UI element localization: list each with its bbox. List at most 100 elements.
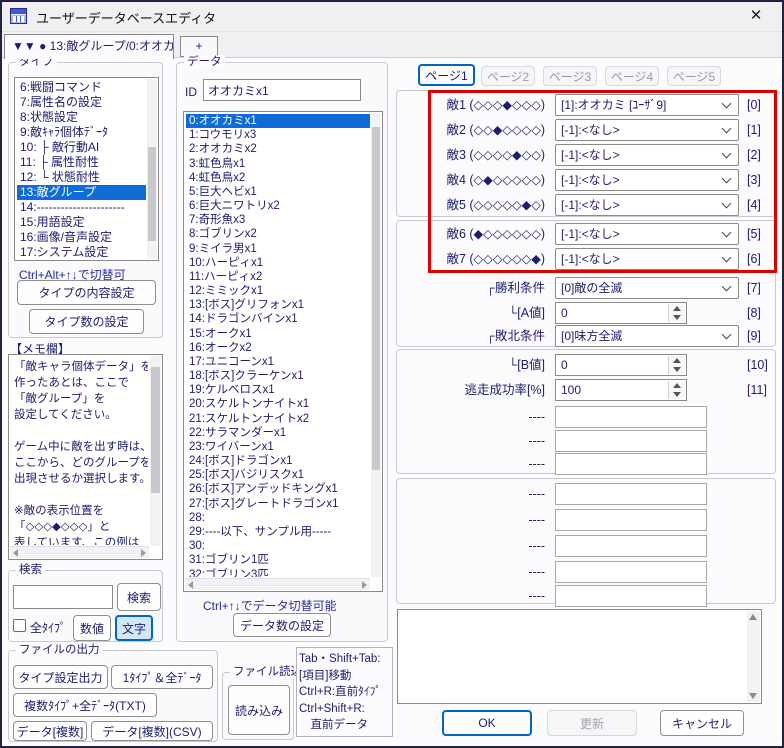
list-item[interactable]: 12:ミミックx1 xyxy=(186,284,370,298)
list-item[interactable]: 13:[ボス]グリフォンx1 xyxy=(186,298,370,312)
list-item[interactable]: 23:ワイバーンx1 xyxy=(186,440,370,454)
type-content-settings-button[interactable]: タイプの内容設定 xyxy=(17,280,156,305)
cancel-button[interactable]: キャンセル xyxy=(660,710,744,736)
enemy5-dropdown[interactable]: [-1]:<なし> xyxy=(555,194,739,216)
tab-active-db[interactable]: ▼▼ ● 13:敵グループ/0:オオカ.. xyxy=(4,34,174,59)
list-item[interactable]: 17:システム設定 xyxy=(17,245,146,258)
unused-field[interactable] xyxy=(555,483,707,505)
edit-area-scrollbar[interactable] xyxy=(747,611,760,702)
data-list-hscrollbar[interactable] xyxy=(185,578,370,590)
close-button[interactable]: ✕ xyxy=(742,5,770,27)
list-item[interactable]: 24:[ボス]ドラゴンx1 xyxy=(186,454,370,468)
data-list-vscrollbar[interactable] xyxy=(371,113,381,577)
unused-field[interactable] xyxy=(555,406,707,428)
list-item[interactable]: 17:ユニコーンx1 xyxy=(186,355,370,369)
list-item[interactable]: 7:属性名の設定 xyxy=(17,95,146,110)
list-item[interactable]: 18:[ボス]クラーケンx1 xyxy=(186,369,370,383)
type-list-scrollbar[interactable] xyxy=(147,79,157,259)
list-item[interactable]: 10:ハーピィx1 xyxy=(186,256,370,270)
list-item[interactable]: 6:巨大ニワトリx2 xyxy=(186,199,370,213)
all-types-checkbox[interactable] xyxy=(13,619,26,632)
data-listbox[interactable]: 0:オオカミx11:コウモリx32:オオカミx23:虹色鳥x14:虹色鳥x25:… xyxy=(183,111,383,592)
data-multi-button[interactable]: データ[複数] xyxy=(13,721,87,741)
list-item[interactable]: 2:オオカミx2 xyxy=(186,142,370,156)
unused-field[interactable] xyxy=(555,453,707,475)
list-item[interactable]: 7:奇形魚x3 xyxy=(186,213,370,227)
type-count-settings-button[interactable]: タイプ数の設定 xyxy=(29,309,144,334)
unused-field[interactable] xyxy=(555,509,707,531)
data-id-input[interactable] xyxy=(203,79,361,101)
enemy2-dropdown[interactable]: [-1]:<なし> xyxy=(555,119,739,141)
a-value-field[interactable]: 0 xyxy=(555,302,687,324)
memo-vscrollbar[interactable] xyxy=(150,356,161,546)
list-item[interactable]: 8:ゴブリンx2 xyxy=(186,227,370,241)
search-text-button[interactable]: 文字 xyxy=(115,615,153,641)
escape-rate-field[interactable]: 100 xyxy=(555,379,687,401)
list-item[interactable]: 1:コウモリx3 xyxy=(186,128,370,142)
memo-box[interactable]: 「敵キャラ個体データ」を 作ったあとは、ここで 「敵グループ」を 設定してくださ… xyxy=(8,354,163,560)
list-item[interactable]: 4:虹色鳥x2 xyxy=(186,171,370,185)
unused-field[interactable] xyxy=(555,585,707,607)
list-item[interactable]: 29:----以下、サンプル用----- xyxy=(186,525,370,539)
type-settings-export-button[interactable]: タイプ設定出力 xyxy=(13,665,108,689)
list-item[interactable]: 5:巨大ヘビx1 xyxy=(186,185,370,199)
search-numeric-button[interactable]: 数値 xyxy=(73,615,111,641)
list-item[interactable]: 14:ドラゴンバインx1 xyxy=(186,312,370,326)
list-item[interactable]: 3:虹色鳥x1 xyxy=(186,157,370,171)
tab-page-3[interactable]: ページ3 xyxy=(543,66,597,86)
list-item[interactable]: 16:オークx2 xyxy=(186,341,370,355)
memo-hscrollbar[interactable] xyxy=(10,546,149,558)
list-item[interactable]: 0:オオカミx1 xyxy=(186,114,370,128)
list-item[interactable]: 15:オークx1 xyxy=(186,327,370,341)
list-item[interactable]: 28: xyxy=(186,511,370,525)
a-value-spinner[interactable] xyxy=(668,304,685,322)
b-value-spinner[interactable] xyxy=(668,356,685,374)
list-item[interactable]: 20:スケルトンナイトx1 xyxy=(186,397,370,411)
win-condition-dropdown[interactable]: [0]敵の全滅 xyxy=(555,277,739,299)
tab-page-1[interactable]: ページ1 xyxy=(418,64,475,86)
list-item[interactable]: 26:[ボス]アンデッドキングx1 xyxy=(186,482,370,496)
b-value-field[interactable]: 0 xyxy=(555,354,687,376)
list-item[interactable]: 31:ゴブリン1匹 xyxy=(186,553,370,567)
list-item[interactable]: 9:ミイラ男x1 xyxy=(186,242,370,256)
ok-button[interactable]: OK xyxy=(442,710,532,736)
list-item[interactable]: 11:ハーピィx2 xyxy=(186,270,370,284)
list-item[interactable]: 32:ゴブリン3匹 xyxy=(186,568,370,578)
tab-page-5[interactable]: ページ5 xyxy=(667,66,721,86)
load-file-button[interactable]: 読み込み xyxy=(228,685,290,735)
list-item[interactable]: 9:敵ｷｬﾗ個体ﾃﾞｰﾀ xyxy=(17,125,146,140)
enemy4-dropdown[interactable]: [-1]:<なし> xyxy=(555,169,739,191)
list-item[interactable]: 21:スケルトンナイトx2 xyxy=(186,412,370,426)
memo-edit-area[interactable] xyxy=(397,609,762,704)
enemy1-dropdown[interactable]: [1]:オオカミ [ﾕｰｻﾞ9] xyxy=(555,94,739,116)
data-multi-csv-button[interactable]: データ[複数](CSV) xyxy=(91,721,213,741)
add-tab-button[interactable]: + xyxy=(180,36,218,57)
enemy6-dropdown[interactable]: [-1]:<なし> xyxy=(555,223,739,245)
list-item[interactable]: 10: ├ 敵行動AI xyxy=(17,140,146,155)
list-item[interactable]: 22:サラマンダーx1 xyxy=(186,426,370,440)
list-item[interactable]: 6:戦闘コマンド xyxy=(17,80,146,95)
search-button[interactable]: 検索 xyxy=(117,583,161,611)
list-item[interactable]: 30: xyxy=(186,539,370,553)
list-item[interactable]: 12: └ 状態耐性 xyxy=(17,170,146,185)
enemy7-dropdown[interactable]: [-1]:<なし> xyxy=(555,248,739,270)
list-item[interactable]: 25:[ボス]バジリスクx1 xyxy=(186,468,370,482)
one-type-all-data-button[interactable]: 1ﾀｲﾌﾟ＆全ﾃﾞｰﾀ xyxy=(111,665,213,689)
list-item[interactable]: 16:画像/音声設定 xyxy=(17,230,146,245)
list-item[interactable]: 15:用語設定 xyxy=(17,215,146,230)
search-input[interactable] xyxy=(13,585,113,609)
unused-field[interactable] xyxy=(555,561,707,583)
multi-type-all-data-txt-button[interactable]: 複数ﾀｲﾌﾟ+全ﾃﾞｰﾀ(TXT) xyxy=(13,693,157,717)
unused-field[interactable] xyxy=(555,535,707,557)
tab-page-2[interactable]: ページ2 xyxy=(481,66,535,86)
list-item[interactable]: 27:[ボス]グレートドラゴンx1 xyxy=(186,497,370,511)
data-count-settings-button[interactable]: データ数の設定 xyxy=(233,613,331,637)
type-listbox[interactable]: 6:戦闘コマンド7:属性名の設定8:状態設定9:敵ｷｬﾗ個体ﾃﾞｰﾀ10: ├ … xyxy=(14,77,159,261)
enemy3-dropdown[interactable]: [-1]:<なし> xyxy=(555,144,739,166)
lose-condition-dropdown[interactable]: [0]味方全滅 xyxy=(555,325,739,347)
list-item[interactable]: 13:敵グループ xyxy=(17,185,146,200)
update-button[interactable]: 更新 xyxy=(547,710,637,736)
unused-field[interactable] xyxy=(555,430,707,452)
tab-page-4[interactable]: ページ4 xyxy=(605,66,659,86)
list-item[interactable]: 14:---------------------- xyxy=(17,200,146,215)
